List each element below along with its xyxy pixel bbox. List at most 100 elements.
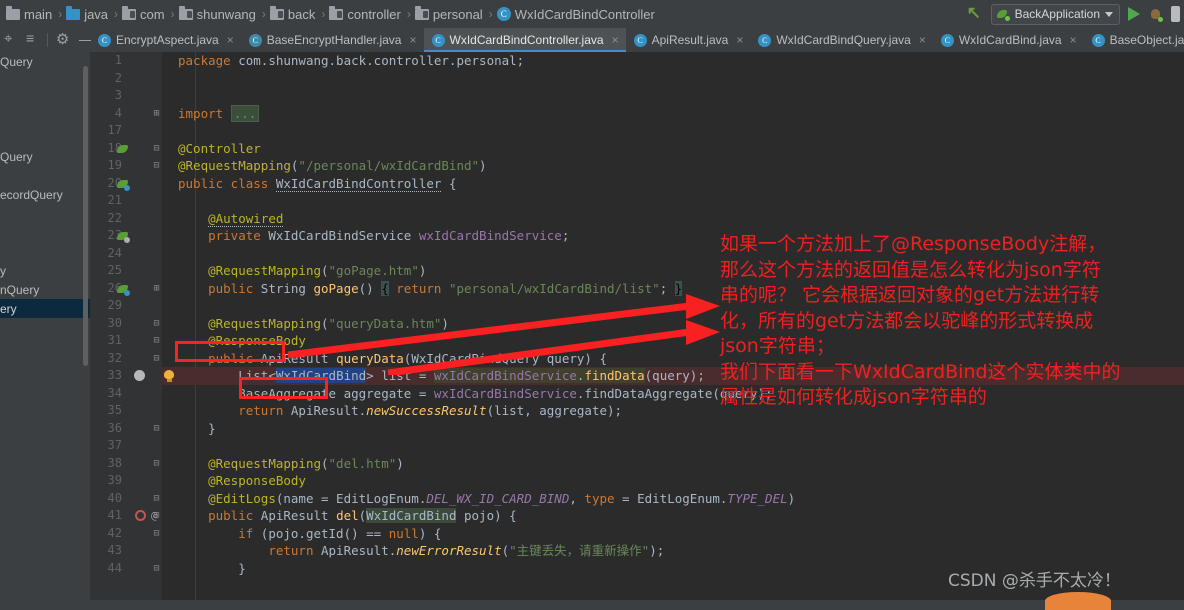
run-icon[interactable]	[1128, 7, 1140, 21]
code-fold-toggle[interactable]: ⊞	[152, 280, 161, 298]
code-fold-toggle[interactable]: ⊟	[152, 157, 161, 175]
spring-bean-icon[interactable]	[117, 230, 130, 243]
code-fold-toggle[interactable]: ⊟	[152, 332, 161, 350]
tree-item[interactable]	[0, 204, 90, 223]
editor-tab[interactable]: C WxIdCardBind.java ×	[933, 28, 1084, 52]
class-icon: C	[98, 33, 111, 47]
code-line[interactable]: 36 ⊟ }	[108, 420, 1184, 438]
project-tree-panel[interactable]: Query Query ecordQuery y nQuery ery	[0, 52, 90, 600]
navigate-back-icon[interactable]	[967, 3, 983, 23]
tree-item[interactable]	[0, 128, 90, 147]
code-line[interactable]: 20 public class WxIdCardBindController {	[108, 175, 1184, 193]
tree-item[interactable]	[0, 166, 90, 185]
code-token: ApiResult	[260, 508, 337, 523]
editor-tab[interactable]: C EncryptAspect.java ×	[90, 28, 241, 52]
breadcrumb-bar: main › java › com › shunwang › back › co…	[0, 0, 1184, 28]
code-token: }	[178, 420, 216, 436]
code-fold-toggle[interactable]: ⊟	[152, 455, 161, 473]
breadcrumb-separator-icon: ›	[321, 7, 326, 21]
tree-item[interactable]	[0, 242, 90, 261]
editor-tab[interactable]: CBaseObject.java×	[1084, 28, 1184, 52]
editor-tab[interactable]: C ApiResult.java ×	[626, 28, 751, 52]
close-icon[interactable]: ×	[919, 33, 926, 47]
code-line[interactable]: 40 ⊟ @EditLogs(name = EditLogEnum.DEL_WX_…	[108, 490, 1184, 508]
tree-item[interactable]: y	[0, 261, 90, 280]
code-line[interactable]: 17	[108, 122, 1184, 140]
editor-tab[interactable]: C WxIdCardBindController.java ×	[423, 28, 626, 52]
code-line[interactable]: 38 ⊟ @RequestMapping("del.htm")	[108, 455, 1184, 473]
code-line[interactable]: 2	[115, 70, 1184, 88]
code-fold-toggle[interactable]: ⊟	[152, 560, 161, 578]
code-line[interactable]: 1 package com.shunwang.back.controller.pe…	[115, 52, 1184, 70]
line-number: 43	[107, 543, 122, 557]
spring-bean-icon[interactable]	[117, 283, 130, 296]
debug-icon[interactable]	[1148, 7, 1163, 22]
code-line[interactable]: 19 ⊟ @RequestMapping("/personal/wxIdCardBi…	[108, 157, 1184, 175]
breakpoint-icon[interactable]	[134, 370, 145, 381]
code-fold-toggle[interactable]: ⊞	[152, 105, 161, 123]
project-panel-scrollbar[interactable]	[83, 66, 88, 366]
tree-item[interactable]	[0, 223, 90, 242]
settings-gear-icon[interactable]	[56, 30, 69, 48]
run-configuration-selector[interactable]: BackApplication	[990, 3, 1120, 25]
tree-item[interactable]	[0, 71, 90, 90]
line-number: 35	[107, 403, 122, 417]
collapse-all-icon[interactable]	[26, 30, 38, 47]
spring-bean-icon[interactable]	[117, 143, 129, 155]
code-token: (list, aggregate);	[486, 403, 623, 418]
code-line[interactable]: 22 @Autowired	[108, 210, 1184, 228]
breadcrumb-item-class[interactable]: C WxIdCardBindController	[496, 0, 657, 28]
close-icon[interactable]: ×	[409, 33, 416, 47]
breadcrumb-item-shunwang[interactable]: shunwang ›	[178, 0, 270, 28]
tab-label: BaseEncryptHandler.java	[266, 33, 402, 47]
breadcrumb-item-com[interactable]: com ›	[122, 0, 179, 28]
close-icon[interactable]: ×	[612, 33, 619, 47]
breadcrumb-item-back[interactable]: back ›	[269, 0, 329, 28]
code-token: if	[238, 525, 261, 541]
lightbulb-icon[interactable]	[164, 370, 175, 382]
code-token: newErrorResult	[396, 543, 502, 558]
code-fold-toggle[interactable]: ⊟	[152, 350, 161, 368]
code-line[interactable]: 4 ⊞ import ...	[115, 104, 1184, 123]
chevron-down-icon[interactable]	[1105, 11, 1113, 17]
breadcrumb-item-controller[interactable]: controller ›	[329, 0, 414, 28]
tree-item[interactable]	[0, 90, 90, 109]
tree-item[interactable]: Query	[0, 147, 90, 166]
tree-item[interactable]: Query	[0, 52, 90, 71]
breadcrumb-item-personal[interactable]: personal ›	[414, 0, 497, 28]
editor-tab[interactable]: C WxIdCardBindQuery.java ×	[750, 28, 933, 52]
locate-icon[interactable]	[4, 30, 17, 47]
tree-item[interactable]	[0, 109, 90, 128]
editor-tab[interactable]: C BaseEncryptHandler.java ×	[241, 28, 424, 52]
code-line[interactable]: 41 ⊟ @ public ApiResult del(WxIdCardBind p…	[108, 507, 1184, 525]
code-fold-toggle[interactable]: ⊟	[152, 140, 161, 158]
code-token: null	[388, 525, 419, 541]
code-line[interactable]: 18 ⊟ @Controller	[108, 140, 1184, 158]
code-line[interactable]: 43 return ApiResult.newErrorResult("主键丢失…	[108, 542, 1184, 560]
code-line[interactable]: 42 ⊟ if (pojo.getId() == null) {	[108, 525, 1184, 543]
minimize-icon[interactable]	[78, 33, 91, 47]
code-fold-toggle[interactable]: ⊟	[152, 490, 161, 508]
code-text: import ...	[178, 104, 260, 122]
code-line[interactable]: 21	[108, 192, 1184, 210]
code-fold-toggle[interactable]: ⊟	[152, 525, 161, 543]
tree-item[interactable]: ecordQuery	[0, 185, 90, 204]
code-line[interactable]: 3	[115, 87, 1184, 105]
code-fold-toggle[interactable]: ⊟	[152, 420, 161, 438]
code-fold-toggle[interactable]: ⊟	[152, 315, 161, 333]
code-line[interactable]: 37	[108, 437, 1184, 455]
tree-item[interactable]: nQuery	[0, 280, 90, 299]
annotation-gutter-icon[interactable]	[135, 510, 148, 523]
close-icon[interactable]: ×	[1070, 33, 1077, 47]
breadcrumb-item-java[interactable]: java ›	[66, 0, 122, 28]
tree-item-selected[interactable]: ery	[0, 299, 90, 318]
close-icon[interactable]: ×	[227, 33, 234, 47]
code-line[interactable]: 39 @ResponseBody	[108, 472, 1184, 490]
code-token: "queryData.htm"	[328, 315, 442, 331]
spring-bean-icon[interactable]	[117, 178, 130, 191]
code-token: {	[381, 280, 389, 296]
more-icon[interactable]	[1171, 6, 1180, 22]
breadcrumb-item-main[interactable]: main ›	[6, 0, 66, 28]
close-icon[interactable]: ×	[736, 33, 743, 47]
